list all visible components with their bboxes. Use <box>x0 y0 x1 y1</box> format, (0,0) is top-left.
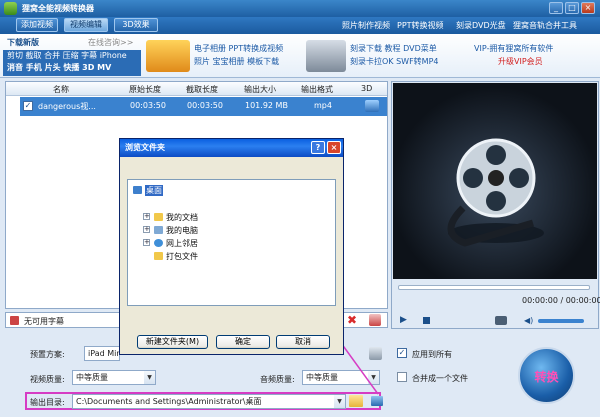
tree-item-documents[interactable]: 我的文档 <box>166 212 198 223</box>
expand-icon[interactable]: + <box>143 226 150 233</box>
main-toolbar: 添加视频 视频编辑 3D效果 照片制作视频 PPT转换视频 刻录DVD光盘 狸窝… <box>0 17 600 34</box>
merge-label: 合并成一个文件 <box>412 374 468 383</box>
vip-link[interactable]: VIP-拥有狸窝所有软件 <box>474 43 553 54</box>
desktop-icon <box>133 186 142 194</box>
output-dir-label: 输出目录: <box>30 398 65 407</box>
film-reel-icon <box>447 138 544 247</box>
apply-all-checkbox[interactable]: ✓ <box>397 348 407 358</box>
volume-slider[interactable] <box>538 319 584 323</box>
dvd-burn-icon <box>306 40 346 72</box>
feature-line-1: 剪切 截取 合并 压缩 字幕 iPhone <box>7 51 127 60</box>
feature-line-2: 消音 手机 片头 快播 3D MV <box>7 63 112 72</box>
computer-icon <box>154 226 163 234</box>
col-3d[interactable]: 3D <box>361 84 372 93</box>
burn-links-1[interactable]: 刻录下载 教程 DVD菜单 <box>350 43 437 54</box>
expand-icon[interactable]: + <box>143 239 150 246</box>
folder-icon <box>154 213 163 221</box>
preview-panel: 00:00:00 / 00:00:00 ▶ ◀) <box>391 81 600 329</box>
3d-effect-button[interactable]: 3D效果 <box>114 18 158 32</box>
feature-links[interactable]: 剪切 截取 合并 压缩 字幕 iPhone 消音 手机 片头 快播 3D MV <box>3 50 141 76</box>
dialog-help-button[interactable]: ? <box>311 141 325 154</box>
preset-value: iPad Mini <box>88 349 119 358</box>
minimize-button[interactable]: _ <box>549 2 563 14</box>
cancel-button[interactable]: 取消 <box>276 335 330 349</box>
convert-label: 转换 <box>534 370 559 384</box>
tree-item-desktop[interactable]: 桌面 <box>145 185 163 196</box>
row-cut-length: 00:03:50 <box>187 101 223 110</box>
preset-label: 预置方案: <box>30 350 65 359</box>
subtitle-value[interactable]: 无可用字幕 <box>24 316 64 327</box>
ppt-album-icon <box>146 40 190 72</box>
file-list-header: 名称 原始长度 截取长度 输出大小 输出格式 3D <box>6 82 387 96</box>
video-quality-value: 中等质量 <box>76 373 108 382</box>
audio-merge-tool-link[interactable]: 狸窝音轨合并工具 <box>513 20 577 31</box>
preset-select[interactable]: iPad Mini <box>84 346 120 361</box>
dialog-title-text: 浏览文件夹 <box>125 143 165 152</box>
3d-settings-icon[interactable] <box>365 100 379 112</box>
video-quality-select[interactable]: 中等质量 ▼ <box>72 370 156 385</box>
title-bar: 狸窝全能视频转换器 _ □ × <box>0 0 600 17</box>
preview-screen <box>393 83 597 279</box>
col-name[interactable]: 名称 <box>53 84 69 95</box>
tree-item-network[interactable]: 网上邻居 <box>166 238 198 249</box>
chevron-down-icon: ▼ <box>144 371 155 384</box>
row-output-size: 101.92 MB <box>245 101 288 110</box>
camera-icon[interactable] <box>495 316 507 325</box>
promo-banner: 下载新版 在线咨询>> 剪切 截取 合并 压缩 字幕 iPhone 消音 手机 … <box>0 34 600 78</box>
col-output-format[interactable]: 输出格式 <box>301 84 333 95</box>
album-links-2[interactable]: 照片 宝宝相册 模板下载 <box>194 56 279 67</box>
list-tools-icon[interactable] <box>369 314 381 326</box>
new-folder-button[interactable]: 新建文件夹(M) <box>137 335 208 349</box>
download-new-link[interactable]: 下载新版 <box>7 37 39 48</box>
tree-item-computer[interactable]: 我的电脑 <box>166 225 198 236</box>
window-title: 狸窝全能视频转换器 <box>22 4 94 13</box>
output-dir-value: C:\Documents and Settings\Administrator\… <box>76 397 262 406</box>
subtitle-icon <box>10 316 19 325</box>
col-cut-length[interactable]: 截取长度 <box>186 84 218 95</box>
edit-video-button[interactable]: 视频编辑 <box>64 18 108 32</box>
vip-upgrade-link[interactable]: 升级VIP会员 <box>498 56 543 67</box>
convert-button[interactable]: 转换 <box>518 347 575 404</box>
tree-item-package[interactable]: 打包文件 <box>166 251 198 262</box>
row-checkbox[interactable]: ✓ <box>23 101 33 111</box>
row-original-length: 00:03:50 <box>130 101 166 110</box>
add-video-button[interactable]: 添加视频 <box>16 18 58 32</box>
table-row[interactable]: ✓ dangerous视... 00:03:50 00:03:50 101.92… <box>20 97 387 116</box>
ppt-to-video-link[interactable]: PPT转换视频 <box>397 20 444 31</box>
close-button[interactable]: × <box>581 2 595 14</box>
folder-icon <box>154 252 163 260</box>
online-consult-link[interactable]: 在线咨询>> <box>88 37 133 48</box>
app-window: 狸窝全能视频转换器 _ □ × 添加视频 视频编辑 3D效果 照片制作视频 PP… <box>0 0 600 417</box>
burn-dvd-link[interactable]: 刻录DVD光盘 <box>456 20 506 31</box>
output-dir-input[interactable]: C:\Documents and Settings\Administrator\… <box>72 394 346 409</box>
audio-quality-label: 音频质量: <box>260 375 295 384</box>
maximize-button[interactable]: □ <box>565 2 579 14</box>
burn-links-2[interactable]: 刻录卡拉OK SWF转MP4 <box>350 56 439 67</box>
volume-icon[interactable]: ◀) <box>524 316 533 325</box>
dialog-title: 浏览文件夹 <box>120 139 343 157</box>
col-original-length[interactable]: 原始长度 <box>129 84 161 95</box>
row-output-format: mp4 <box>314 101 332 110</box>
network-icon <box>154 239 163 247</box>
app-logo-icon <box>4 2 17 15</box>
ok-button[interactable]: 确定 <box>216 335 270 349</box>
folder-tree: 桌面 + 我的文档 + 我的电脑 + 网上邻居 打包文件 <box>127 179 336 306</box>
stop-icon[interactable] <box>423 317 430 324</box>
expand-icon[interactable]: + <box>143 213 150 220</box>
play-icon[interactable]: ▶ <box>400 315 407 325</box>
browse-folder-dialog: 浏览文件夹 ? × 桌面 + 我的文档 + 我的电脑 + 网上邻居 打包文件 新… <box>119 138 344 355</box>
col-output-size[interactable]: 输出大小 <box>244 84 276 95</box>
merge-checkbox[interactable] <box>397 372 407 382</box>
album-links-1[interactable]: 电子相册 PPT转换成视频 <box>194 43 283 54</box>
delete-icon[interactable]: ✖ <box>347 314 359 326</box>
apply-all-label: 应用到所有 <box>412 350 452 359</box>
photo-to-video-link[interactable]: 照片制作视频 <box>342 20 390 31</box>
row-name: dangerous视... <box>38 102 96 111</box>
seek-bar[interactable] <box>398 285 590 290</box>
video-quality-label: 视频质量: <box>30 375 65 384</box>
playback-time: 00:00:00 / 00:00:00 <box>522 296 600 305</box>
dialog-close-button[interactable]: × <box>327 141 341 154</box>
